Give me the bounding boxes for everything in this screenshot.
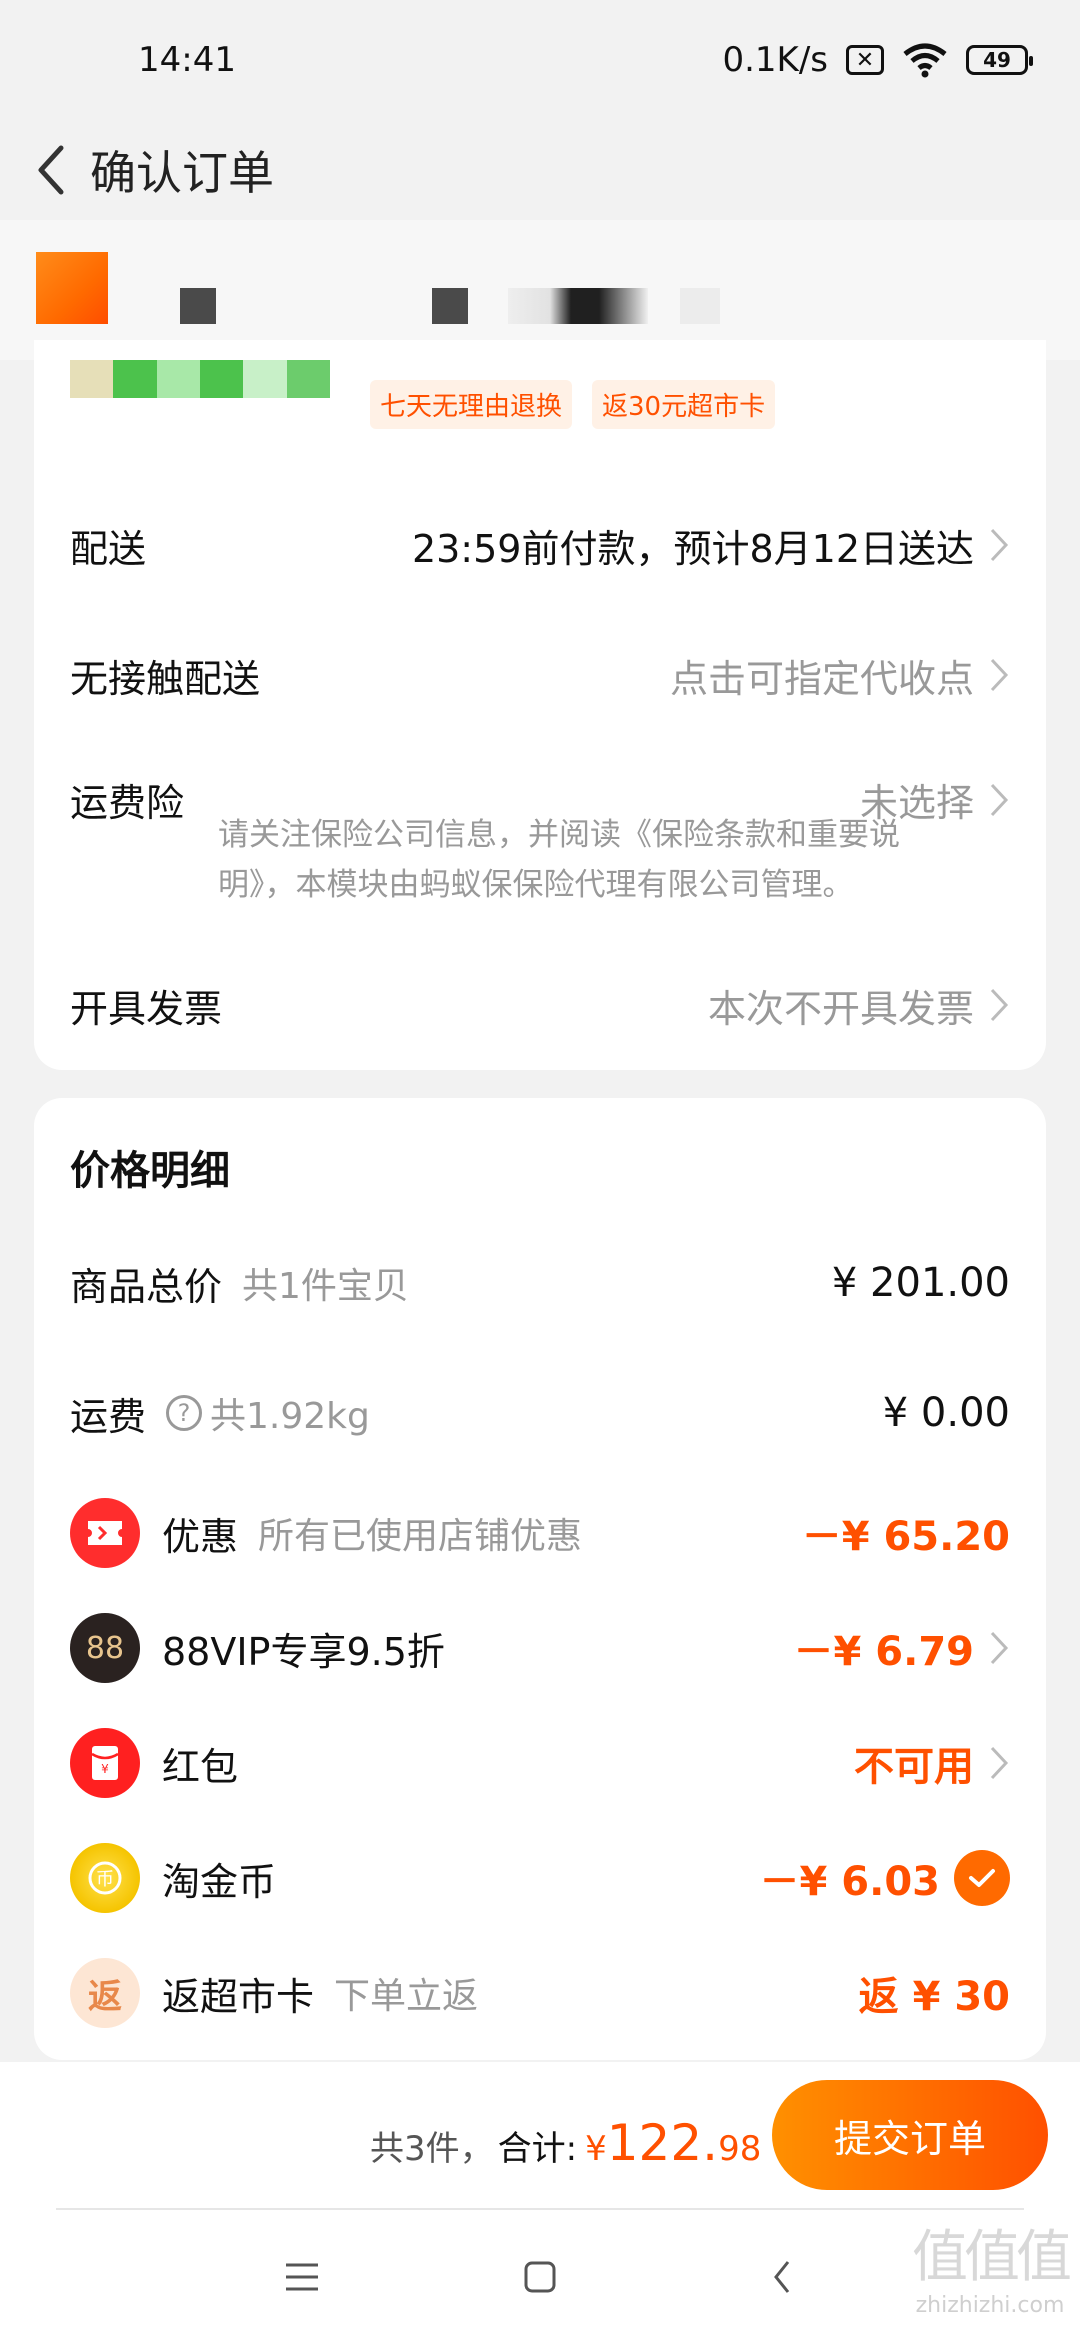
shipping-weight: 共1.92kg [210,1396,370,1437]
vip-88-icon: 88 [70,1613,140,1683]
network-speed: 0.1K/s [722,40,828,80]
chevron-right-icon [988,1744,1010,1782]
shipping-fee-row: 运费 ? 共1.92kg ¥ 0.00 [70,1358,1010,1468]
svg-text:币: 币 [96,1869,114,1890]
back-icon[interactable] [752,2252,812,2302]
page-title: 确认订单 [90,146,274,200]
total-amount-integer: 122. [606,2114,719,2172]
coin-value: －¥ 6.03 [759,1859,940,1905]
header: 确认订单 [0,120,1080,220]
check-icon[interactable] [954,1850,1010,1906]
coin-label: 淘金币 [162,1859,277,1904]
help-icon[interactable]: ? [166,1395,203,1431]
supermarket-card-value: 返 ¥ 30 [858,1974,1010,2020]
status-bar: 14:41 0.1K/s ✕ 49 [0,0,1080,120]
cashback-icon: 返 [70,1958,140,2028]
back-arrow-icon[interactable] [20,135,80,205]
wifi-icon [902,42,948,78]
gold-coin-icon: 币 [70,1843,140,1913]
shop-logo [36,252,108,324]
invoice-row[interactable]: 开具发票 本次不开具发票 [70,940,1010,1070]
watermark-logo: 值值值 [912,2225,1072,2290]
order-options-card: 七天无理由退换 返30元超市卡 配送 23:59前付款，预计8月12日送达 无接… [34,340,1046,1070]
svg-text:¥: ¥ [101,1762,109,1776]
checkout-bar: 共3件， 合计: ¥ 122. 98 提交订单 [0,2062,1080,2212]
insurance-label: 运费险 [70,781,185,825]
status-time: 14:41 [138,40,236,80]
battery-icon: 49 [966,45,1033,75]
blurred-text [680,288,720,324]
chevron-right-icon [988,781,1010,819]
tag-return: 七天无理由退换 [370,380,573,429]
blurred-text [432,288,468,324]
red-packet-row[interactable]: ¥ 红包 不可用 [70,1708,1010,1818]
goods-total-label: 商品总价 [70,1264,223,1309]
chevron-right-icon [988,1629,1010,1667]
discount-label: 优惠 [162,1514,239,1559]
contactless-label: 无接触配送 [70,656,261,701]
delivery-row[interactable]: 配送 23:59前付款，预计8月12日送达 [70,480,1010,610]
chevron-right-icon [988,986,1010,1024]
order-summary: 共3件， 合计: ¥ 122. 98 [370,2114,761,2172]
watermark-site: zhizhizhi.com [915,2293,1065,2318]
delivery-value: 23:59前付款，预计8月12日送达 [411,526,974,571]
vip-discount-value: －¥ 6.79 [793,1629,974,1675]
menu-icon[interactable] [272,2252,332,2302]
red-packet-value: 不可用 [854,1744,974,1790]
discount-row[interactable]: 优惠 所有已使用店铺优惠 －¥ 65.20 [70,1478,1010,1588]
total-amount-decimal: 98 [718,2129,762,2169]
blurred-text [180,288,216,324]
red-packet-label: 红包 [162,1744,239,1789]
goods-count: 共1件宝贝 [242,1266,409,1307]
total-label: 合计: [497,2129,578,2169]
goods-total-row: 商品总价 共1件宝贝 ¥ 201.00 [70,1228,1010,1338]
supermarket-card-row: 返 返超市卡 下单立返 返 ¥ 30 [70,1938,1010,2048]
contactless-row[interactable]: 无接触配送 点击可指定代收点 [70,610,1010,740]
invoice-label: 开具发票 [70,986,223,1031]
shipping-fee-label: 运费 [70,1394,147,1439]
price-details-card: 价格明细 商品总价 共1件宝贝 ¥ 201.00 运费 ? 共1.92kg ¥ … [34,1098,1046,2060]
coupon-icon [70,1498,140,1568]
delivery-label: 配送 [70,526,147,571]
watermark: 值值值 zhizhizhi.com [912,2212,1072,2318]
submit-order-button[interactable]: 提交订单 [772,2080,1048,2190]
insurance-description: 请关注保险公司信息，并阅读《保险条款和重要说明》，本模块由蚂蚁保保险代理有限公司… [218,817,900,903]
product-thumbnail[interactable] [70,360,330,398]
chevron-right-icon [988,526,1010,564]
shop-header[interactable] [0,220,1080,360]
blurred-text [508,288,648,324]
tag-cashback: 返30元超市卡 [592,380,776,429]
vip-discount-row[interactable]: 88 88VIP专享9.5折 －¥ 6.79 [70,1593,1010,1703]
coin-row[interactable]: 币 淘金币 －¥ 6.03 [70,1823,1010,1933]
contactless-value: 点击可指定代收点 [669,656,974,701]
home-icon[interactable] [510,2252,570,2302]
price-section-title: 价格明细 [70,1148,230,1194]
discount-desc: 所有已使用店铺优惠 [258,1516,583,1557]
invoice-value: 本次不开具发票 [707,986,974,1031]
service-tags: 七天无理由退换 返30元超市卡 [370,380,776,429]
no-sim-icon: ✕ [846,45,884,75]
currency-symbol: ¥ [585,2129,607,2169]
chevron-right-icon [988,656,1010,694]
red-packet-icon: ¥ [70,1728,140,1798]
shipping-fee-value: ¥ 0.00 [882,1390,1010,1436]
discount-value: －¥ 65.20 [801,1514,1010,1560]
supermarket-card-label: 返超市卡 [162,1974,315,2019]
goods-total-value: ¥ 201.00 [831,1260,1010,1306]
vip-discount-label: 88VIP专享9.5折 [162,1629,445,1674]
divider [56,2208,1024,2210]
supermarket-card-desc: 下单立返 [334,1976,479,2017]
item-count: 共3件， [370,2129,494,2169]
